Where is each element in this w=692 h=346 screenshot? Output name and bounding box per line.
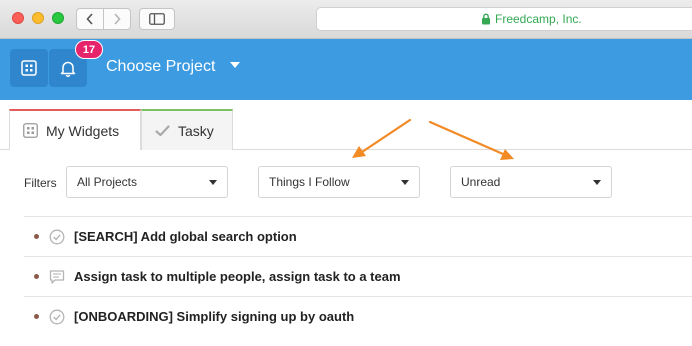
caret-down-icon: [209, 180, 217, 185]
task-row[interactable]: [ONBOARDING] Simplify signing up by oaut…: [24, 296, 692, 336]
app-header: 17 Choose Project: [0, 39, 692, 100]
dashboard-button[interactable]: [10, 49, 48, 87]
widgets-icon: [23, 123, 38, 138]
widget-tabs: My Widgets Tasky: [0, 109, 692, 150]
browser-nav-buttons: [76, 8, 131, 30]
bell-icon: [60, 61, 76, 77]
browser-titlebar: Freedcamp, Inc.: [0, 0, 692, 39]
priority-dot: [34, 274, 39, 279]
status-filter-select[interactable]: Unread: [450, 166, 612, 198]
tab-label: My Widgets: [46, 122, 120, 139]
chevron-right-icon: [114, 13, 121, 25]
lock-icon: [482, 13, 490, 25]
caret-down-icon: [401, 180, 409, 185]
select-value: Unread: [461, 175, 501, 189]
sidebar-icon: [149, 13, 165, 25]
task-row[interactable]: Assign task to multiple people, assign t…: [24, 256, 692, 296]
task-title[interactable]: Assign task to multiple people, assign t…: [74, 269, 401, 284]
task-row[interactable]: [SEARCH] Add global search option: [24, 216, 692, 256]
tab-label: Tasky: [178, 122, 214, 139]
sidebar-toggle-button[interactable]: [139, 8, 175, 30]
filters-label: Filters: [24, 176, 57, 190]
check-circle-icon[interactable]: [49, 229, 65, 245]
task-title[interactable]: [SEARCH] Add global search option: [74, 229, 297, 244]
task-title[interactable]: [ONBOARDING] Simplify signing up by oaut…: [74, 309, 354, 324]
back-button[interactable]: [77, 9, 103, 29]
project-selector[interactable]: Choose Project: [106, 58, 215, 76]
window-maximize-button[interactable]: [52, 12, 64, 24]
check-circle-icon[interactable]: [49, 309, 65, 325]
select-value: All Projects: [77, 175, 138, 189]
checkmark-icon: [155, 124, 170, 137]
select-value: Things I Follow: [269, 175, 350, 189]
address-bar[interactable]: Freedcamp, Inc.: [316, 7, 692, 31]
tab-tasky[interactable]: Tasky: [141, 109, 233, 150]
url-text: Freedcamp, Inc.: [495, 12, 582, 26]
caret-down-icon: [593, 180, 601, 185]
grid-icon: [21, 60, 37, 76]
priority-dot: [34, 234, 39, 239]
comment-icon: [49, 269, 65, 285]
window-close-button[interactable]: [12, 12, 24, 24]
forward-button[interactable]: [103, 9, 130, 29]
chevron-left-icon: [86, 13, 93, 25]
follow-filter-select[interactable]: Things I Follow: [258, 166, 420, 198]
notification-badge: 17: [75, 40, 103, 59]
priority-dot: [34, 314, 39, 319]
project-filter-select[interactable]: All Projects: [66, 166, 228, 198]
task-list: [SEARCH] Add global search option Assign…: [24, 216, 692, 336]
caret-down-icon[interactable]: [230, 62, 240, 68]
window-minimize-button[interactable]: [32, 12, 44, 24]
tab-my-widgets[interactable]: My Widgets: [9, 109, 141, 150]
